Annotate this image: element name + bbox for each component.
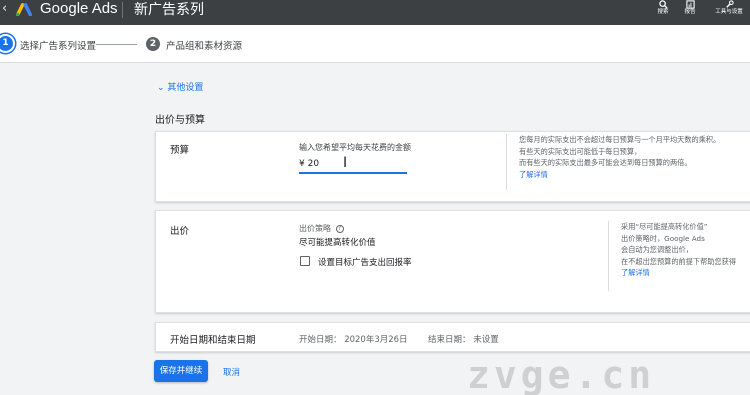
budget-note-line: 而有些天的实际支出最多可能会达到每日预算的两倍。 — [519, 158, 692, 167]
bidding-note-line: 出价策略时，Google Ads — [621, 233, 705, 243]
bid-strategy-label-text: 出价策略 — [299, 224, 331, 233]
step-2-label[interactable]: 产品组和素材资源 — [166, 38, 242, 52]
start-date: 开始日期： 2020年3月26日 — [299, 335, 408, 345]
save-and-continue-button[interactable]: 保存并继续 — [154, 360, 208, 382]
section-title: 出价与预算 — [155, 115, 205, 126]
stepper: 1 选择广告系列设置 2 产品组和素材资源 — [0, 25, 750, 63]
text-cursor-icon: I — [343, 155, 348, 171]
more-settings-toggle[interactable]: ⌄ 其他设置 — [157, 80, 203, 93]
help-icon[interactable]: ? — [335, 225, 344, 233]
page-title: 新广告系列 — [134, 2, 204, 18]
bidding-note: 采用“尽可能提高转化价值” 出价策略时，Google Ads 会自动为您调整出价… — [608, 221, 750, 291]
chevron-down-icon: ⌄ — [157, 83, 165, 93]
dates-title: 开始日期和结束日期 — [170, 335, 256, 346]
target-roas-label[interactable]: 设置目标广告支出回报率 — [318, 256, 412, 268]
main-content: ⌄ 其他设置 出价与预算 预算 输入您希望平均每天花费的金额 ¥ 20 I 您每… — [0, 63, 750, 395]
step-2-indicator[interactable]: 2 — [146, 37, 160, 51]
step-1-label[interactable]: 选择广告系列设置 — [20, 38, 96, 52]
budget-note-line: 您每月的实际支出不会超过每日预算与一个月平均天数的乘积。 — [519, 135, 721, 144]
google-ads-logo-icon — [15, 3, 33, 16]
bidding-note-line: 会自动为您调整出价， — [621, 245, 693, 254]
back-icon[interactable]: ‹ — [2, 1, 7, 16]
step-connector — [96, 44, 137, 45]
top-app-bar: ‹ Google Ads 新广告系列 搜索 报告 工具与设置 — [0, 0, 750, 25]
bidding-card: 出价 出价策略 ? 尽可能提高转化价值 设置目标广告支出回报率 采用“尽可能提高… — [155, 210, 750, 313]
reports-tool-label: 报告 — [684, 9, 696, 15]
tools-settings-label: 工具与设置 — [715, 9, 743, 15]
cancel-button[interactable]: 取消 — [223, 366, 240, 378]
end-date: 结束日期： 未设置 — [428, 335, 499, 345]
step-1-indicator[interactable]: 1 — [0, 36, 13, 51]
bidding-title: 出价 — [170, 226, 190, 237]
budget-note: 您每月的实际支出不会超过每日预算与一个月平均天数的乘积。 有些天的实际支出可能低… — [506, 134, 750, 190]
wrench-icon — [708, 0, 750, 9]
budget-note-line: 有些天的实际支出可能低于每日预算， — [519, 146, 642, 156]
more-settings-label: 其他设置 — [167, 83, 204, 93]
reports-tool[interactable]: 报告 — [672, 0, 708, 16]
bid-strategy-select[interactable]: 尽可能提高转化价值 — [299, 236, 376, 248]
bid-strategy-label: 出价策略 ? — [299, 223, 344, 234]
target-roas-checkbox[interactable] — [300, 256, 310, 266]
currency-symbol: ¥ — [299, 159, 305, 169]
budget-card: 预算 输入您希望平均每天花费的金额 ¥ 20 I 您每月的实际支出不会超过每日预… — [155, 131, 750, 202]
header-divider — [122, 2, 123, 18]
tools-settings-tool[interactable]: 工具与设置 — [708, 0, 750, 16]
budget-title: 预算 — [170, 145, 190, 156]
dates-card[interactable]: 开始日期和结束日期 开始日期： 2020年3月26日 结束日期： 未设置 — [155, 322, 750, 352]
budget-value: 20 — [307, 159, 320, 169]
watermark: zvge.cn — [467, 353, 656, 395]
bidding-learn-more-link[interactable]: 了解详情 — [621, 267, 750, 279]
bidding-note-line: 在不超出您预算的前提下帮助您获得 — [621, 256, 737, 266]
budget-learn-more-link[interactable]: 了解详情 — [519, 169, 750, 181]
budget-input[interactable]: ¥ 20 — [299, 156, 407, 174]
brand-name: Google Ads — [40, 0, 118, 17]
bidding-note-line: 采用“尽可能提高转化价值” — [621, 222, 708, 231]
budget-hint: 输入您希望平均每天花费的金额 — [299, 143, 411, 152]
reports-icon — [672, 0, 708, 9]
